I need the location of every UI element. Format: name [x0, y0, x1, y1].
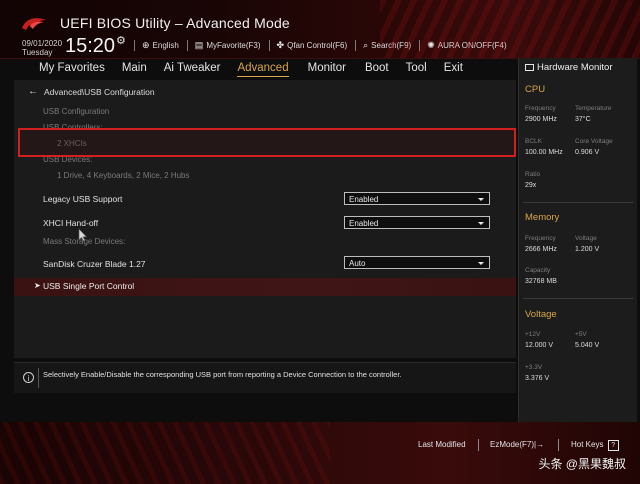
sandisk-row[interactable]: SanDisk Cruzer Blade 1.27 Auto: [14, 256, 516, 274]
toolbar-divider: [134, 39, 135, 51]
xhci-hand-off-select[interactable]: Enabled: [344, 216, 490, 229]
xhci-hand-off-label: XHCI Hand-off: [43, 218, 99, 228]
xhci-hand-off-row[interactable]: XHCI Hand-off Enabled: [14, 215, 516, 233]
info-icon: i: [23, 372, 34, 383]
myfavorite-label: MyFavorite(F3): [206, 40, 261, 50]
toolbar-divider: [419, 39, 421, 51]
memory-capacity-value: 32768 MB: [525, 278, 557, 285]
v5-label: +5V: [575, 331, 587, 338]
tab-my-favorites[interactable]: My Favorites: [39, 62, 105, 76]
chevron-down-icon: [478, 262, 484, 265]
qfan-control-button[interactable]: ✤ Qfan Control(F6): [277, 40, 348, 51]
clock-time[interactable]: 15:20: [65, 35, 115, 58]
aura-label: AURA ON/OFF(F4): [437, 40, 507, 50]
footer-divider: [478, 439, 479, 451]
qfan-label: Qfan Control(F6): [287, 40, 348, 50]
bclk-value: 100.00 MHz: [525, 149, 563, 156]
help-question-icon: ?: [607, 440, 619, 451]
memory-frequency-label: Frequency: [525, 235, 556, 242]
usb-single-port-control-label: USB Single Port Control: [43, 281, 135, 291]
cpu-temperature-value: 37°C: [575, 116, 591, 123]
hw-divider: [523, 298, 633, 299]
hardware-monitor-title: Hardware Monitor: [525, 62, 613, 73]
cpu-frequency-label: Frequency: [525, 105, 556, 112]
bclk-label: BCLK: [525, 138, 542, 145]
cpu-frequency-value: 2900 MHz: [525, 116, 557, 123]
day-text: Tuesday: [22, 48, 53, 57]
help-text: Selectively Enable/Disable the correspon…: [43, 370, 402, 379]
date-display: 09/01/2020 Tuesday: [22, 39, 62, 57]
watermark-text: 头条 @黑果魏叔: [538, 457, 626, 471]
header-toolbar: ⊕ English ▤ MyFavorite(F3) ✤ Qfan Contro…: [134, 38, 515, 52]
chevron-down-icon: [478, 222, 484, 225]
usb-single-port-control-item[interactable]: ➤ USB Single Port Control: [14, 278, 516, 296]
last-modified-button[interactable]: Last Modified: [418, 440, 466, 449]
language-label: English: [152, 40, 179, 50]
v5-value: 5.040 V: [575, 342, 600, 349]
hot-keys-label: Hot Keys: [571, 440, 604, 449]
memory-voltage-label: Voltage: [575, 235, 597, 242]
hardware-monitor-label: Hardware Monitor: [537, 62, 613, 73]
help-divider: [38, 368, 39, 388]
app-title: UEFI BIOS Utility – Advanced Mode: [60, 15, 290, 31]
hot-keys-button[interactable]: Hot Keys ?: [571, 440, 619, 451]
mouse-cursor-icon: [78, 228, 88, 242]
v33-label: +3.3V: [525, 364, 543, 371]
tab-exit[interactable]: Exit: [444, 62, 463, 76]
ratio-value: 29x: [525, 182, 537, 189]
core-voltage-value: 0.906 V: [575, 149, 600, 156]
settings-panel-overlay: XHCI Hand-off Enabled Mass Storage Devic…: [14, 80, 516, 358]
tab-advanced[interactable]: Advanced: [237, 62, 289, 77]
v12-label: +12V: [525, 331, 541, 338]
toolbar-divider: [355, 39, 357, 51]
v12-value: 12.000 V: [525, 342, 554, 349]
toolbar-divider: [268, 39, 270, 51]
search-label: Search(F9): [371, 40, 412, 50]
gear-icon[interactable]: ⚙: [116, 34, 126, 47]
sandisk-label: SanDisk Cruzer Blade 1.27: [43, 259, 146, 269]
myfavorite-button[interactable]: ▤ MyFavorite(F3): [195, 40, 261, 51]
xhci-hand-off-value: Enabled: [349, 219, 379, 228]
ratio-label: Ratio: [525, 171, 541, 178]
monitor-icon: [525, 64, 534, 71]
aura-icon: ✺: [427, 39, 435, 50]
globe-icon: ⊕: [142, 39, 150, 50]
favorite-icon: ▤: [194, 39, 204, 50]
help-bar: i Selectively Enable/Disable the corresp…: [14, 362, 516, 393]
search-button[interactable]: ⌕ Search(F9): [363, 40, 411, 51]
tab-monitor[interactable]: Monitor: [308, 62, 346, 76]
memory-frequency-value: 2666 MHz: [525, 246, 557, 253]
main-menu-tabs: My Favorites Main Ai Tweaker Advanced Mo…: [14, 58, 516, 80]
header-bar: UEFI BIOS Utility – Advanced Mode 09/01/…: [0, 0, 640, 59]
memory-capacity-label: Capacity: [525, 267, 551, 274]
tab-main[interactable]: Main: [122, 62, 147, 76]
memory-voltage-value: 1.200 V: [575, 246, 600, 253]
sandisk-select[interactable]: Auto: [344, 256, 490, 269]
cpu-section-title: CPU: [525, 84, 546, 95]
hw-divider: [523, 202, 633, 203]
tab-ai-tweaker[interactable]: Ai Tweaker: [164, 62, 221, 76]
search-icon: ⌕: [363, 39, 369, 50]
ezmode-button[interactable]: EzMode(F7)|→: [490, 440, 544, 449]
chevron-right-icon: ➤: [34, 281, 41, 290]
voltage-section-title: Voltage: [525, 309, 557, 320]
core-voltage-label: Core Voltage: [575, 138, 613, 145]
footer-bar: Last Modified EzMode(F7)|→ Hot Keys ? 头条…: [0, 422, 640, 484]
toolbar-divider: [186, 39, 188, 51]
v33-value: 3.376 V: [525, 375, 550, 382]
rog-logo-icon: [22, 18, 46, 30]
aura-button[interactable]: ✺ AURA ON/OFF(F4): [427, 40, 506, 51]
fan-icon: ✤: [276, 39, 285, 50]
language-button[interactable]: ⊕ English: [142, 40, 179, 51]
memory-section-title: Memory: [525, 212, 560, 223]
sandisk-value: Auto: [349, 259, 366, 268]
tab-boot[interactable]: Boot: [365, 62, 389, 76]
hardware-monitor-panel: Hardware Monitor CPU Frequency Temperatu…: [518, 58, 637, 422]
cpu-temperature-label: Temperature: [575, 105, 612, 112]
date-text: 09/01/2020: [22, 39, 63, 48]
bios-window: UEFI BIOS Utility – Advanced Mode 09/01/…: [0, 0, 640, 484]
footer-divider: [558, 439, 559, 451]
tab-tool[interactable]: Tool: [406, 62, 427, 76]
